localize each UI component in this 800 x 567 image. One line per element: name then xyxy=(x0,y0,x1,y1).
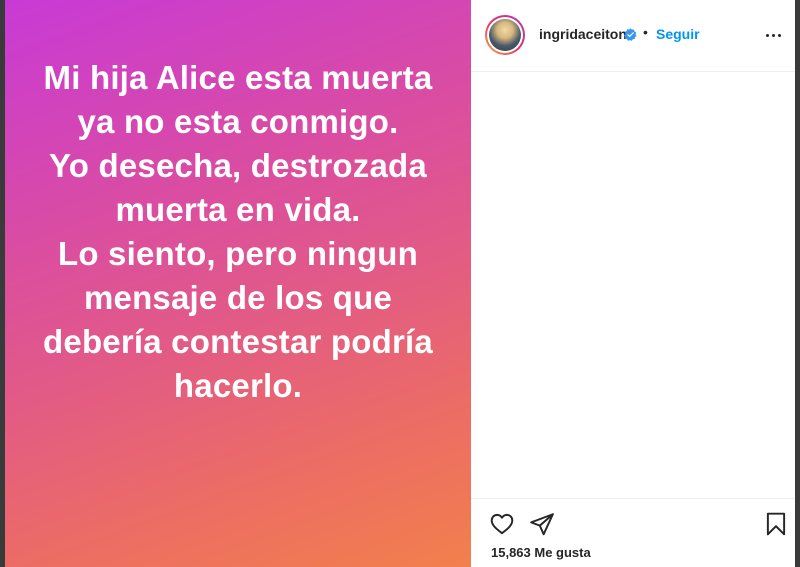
post-text: Mi hija Alice esta muerta ya no esta con… xyxy=(18,56,458,408)
post-text-line: ya no esta conmigo. xyxy=(77,103,399,140)
post-sidebar: ingridaceiton • Seguir 15,863 Me gusta xyxy=(471,0,795,567)
post-text-line: Mi hija Alice esta muerta xyxy=(43,59,433,96)
heart-icon[interactable] xyxy=(489,511,515,537)
post-text-line: mensaje de los que xyxy=(83,279,393,316)
bookmark-icon[interactable] xyxy=(763,511,789,537)
avatar[interactable] xyxy=(485,15,525,55)
post-text-line: Yo desecha, destrozada xyxy=(49,147,427,184)
avatar-border xyxy=(487,17,523,53)
post-text-line: muerta en vida. xyxy=(115,191,361,228)
avatar-photo xyxy=(489,19,521,51)
post-image[interactable]: Mi hija Alice esta muerta ya no esta con… xyxy=(5,0,471,567)
more-dot xyxy=(777,33,781,37)
username-link[interactable]: ingridaceiton xyxy=(539,26,627,42)
post-actions: 15,863 Me gusta xyxy=(471,498,795,567)
likes-count[interactable]: 15,863 Me gusta xyxy=(491,545,591,560)
verified-badge-icon xyxy=(624,28,637,41)
follow-button[interactable]: Seguir xyxy=(656,26,700,42)
more-dot xyxy=(771,33,775,37)
header-separator: • xyxy=(643,24,648,40)
post-modal: Mi hija Alice esta muerta ya no esta con… xyxy=(5,0,795,567)
more-options-icon[interactable] xyxy=(761,28,785,42)
comments-area[interactable] xyxy=(471,72,795,498)
post-text-line: debería contestar podría xyxy=(43,323,433,360)
more-dot xyxy=(765,33,769,37)
post-header: ingridaceiton • Seguir xyxy=(471,0,795,72)
share-icon[interactable] xyxy=(529,511,555,537)
backdrop-right xyxy=(795,0,800,567)
post-text-line: Lo siento, pero ningun xyxy=(57,235,419,272)
post-text-line: hacerlo. xyxy=(173,367,303,404)
